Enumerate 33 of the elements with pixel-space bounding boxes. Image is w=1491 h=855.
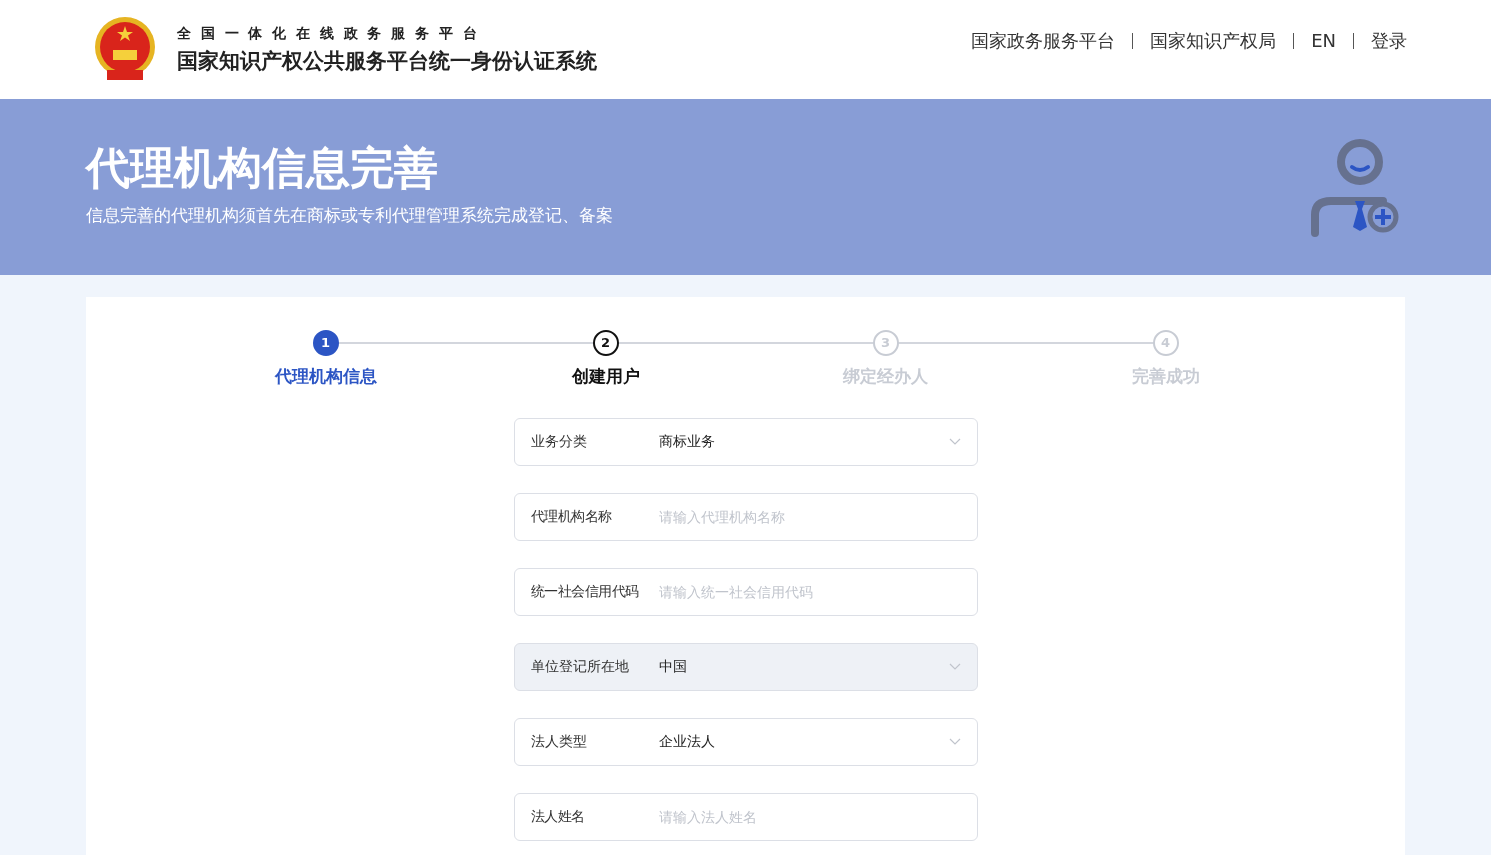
header-link[interactable]: 国家政务服务平台 <box>971 27 1116 54</box>
field-label: 代理机构名称 <box>530 507 613 526</box>
text-input[interactable]: 请输入代理机构名称 <box>658 493 961 540</box>
field-label: 法人类型 <box>530 732 588 751</box>
platform-subtitle: 全国一体化在线政务服务平台 <box>177 24 488 42</box>
chevron-down-icon <box>948 737 961 746</box>
field-value: 企业法人 <box>658 732 716 751</box>
header-link[interactable]: EN <box>1311 27 1336 54</box>
chevron-down-icon <box>948 662 961 671</box>
select-field[interactable]: 法人类型 企业法人 <box>513 717 978 766</box>
banner-title: 代理机构信息完善 <box>86 141 439 196</box>
field-value: 中国 <box>658 657 688 676</box>
step-number: 1 <box>312 330 339 356</box>
header-link[interactable]: 国家知识产权局 <box>1150 27 1277 54</box>
input-field[interactable]: 统一社会信用代码 请输入统一社会信用代码 <box>513 567 978 616</box>
text-input[interactable]: 请输入法人姓名 <box>658 793 961 840</box>
step-number: 2 <box>592 330 619 356</box>
step-label: 代理机构信息 <box>274 365 377 388</box>
input-field[interactable]: 代理机构名称 请输入代理机构名称 <box>513 492 978 541</box>
system-title: 国家知识产权公共服务平台统一身份认证系统 <box>177 48 597 74</box>
select-field[interactable]: 业务分类 商标业务 <box>513 417 978 466</box>
emblem-icon <box>93 16 157 82</box>
field-label: 单位登记所在地 <box>530 657 630 676</box>
banner-description: 信息完善的代理机构须首先在商标或专利代理管理系统完成登记、备案 <box>86 204 613 228</box>
chevron-down-icon <box>948 437 961 446</box>
field-label: 法人姓名 <box>530 807 586 826</box>
field-value: 商标业务 <box>658 432 716 451</box>
step-label: 创建用户 <box>571 365 640 388</box>
text-input[interactable]: 请输入统一社会信用代码 <box>658 568 961 615</box>
input-field[interactable]: 法人姓名 请输入法人姓名 <box>513 792 978 841</box>
field-label: 业务分类 <box>530 432 588 451</box>
field-label: 统一社会信用代码 <box>530 582 640 601</box>
header-link[interactable]: 登录 <box>1371 27 1407 54</box>
